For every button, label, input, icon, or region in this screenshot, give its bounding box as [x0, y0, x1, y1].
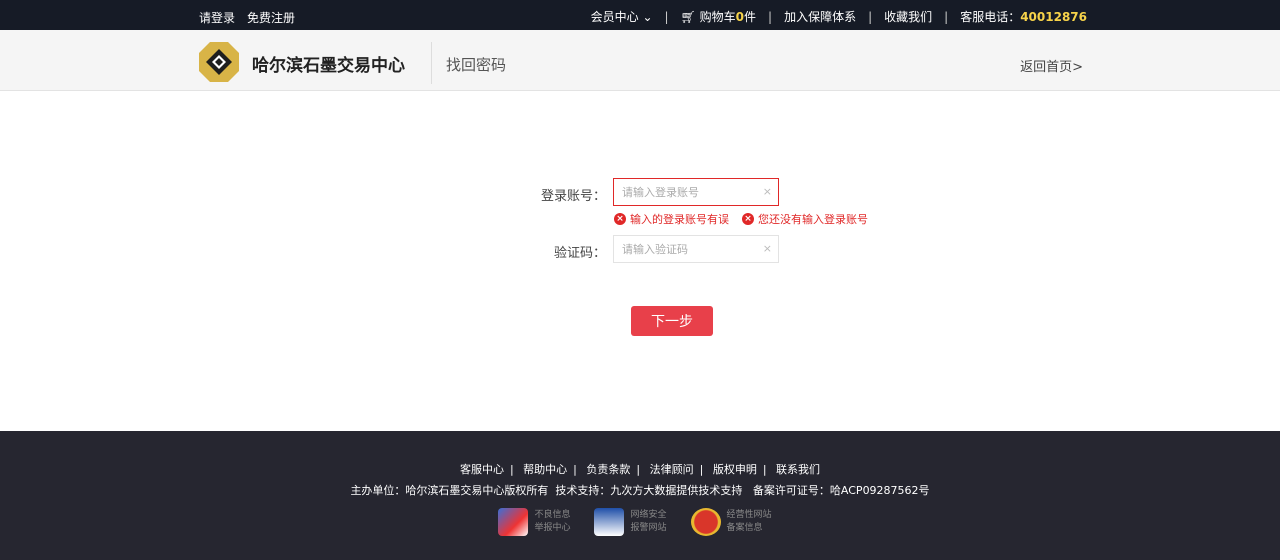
back-home-link[interactable]: 返回首页> [1020, 56, 1083, 75]
error-icon: × [614, 213, 626, 225]
badge-text: 网络安全 [630, 510, 667, 520]
badge-text: 报警网站 [630, 523, 667, 533]
favorite-link[interactable]: 收藏我们 [884, 8, 932, 25]
brand-name: 哈尔滨石墨交易中心 [252, 56, 405, 76]
divider [431, 42, 432, 84]
footer-link[interactable]: 法律顾问 [650, 463, 694, 476]
badge-text: 经营性网站 [726, 510, 772, 520]
code-input[interactable] [614, 236, 754, 262]
police-badge[interactable]: 网络安全 报警网站 [594, 508, 667, 536]
report-icon [498, 508, 529, 536]
badge-text: 不良信息 [534, 510, 571, 520]
cart-label: 购物车 [699, 10, 736, 24]
error-text: 您还没有输入登录账号 [758, 213, 868, 226]
cart-link[interactable]: 🛒︎ 购物车0件 [681, 8, 756, 25]
divider: | [768, 9, 773, 24]
business-badge[interactable]: 经营性网站 备案信息 [690, 508, 772, 536]
account-label: 登录账号： [540, 189, 606, 204]
code-label: 验证码： [553, 246, 606, 261]
footer-link[interactable]: 联系我们 [776, 463, 820, 476]
login-link[interactable]: 请登录 [199, 9, 235, 26]
error-message: × 您还没有输入登录账号 [742, 211, 868, 227]
chevron-down-icon: ⌄ [642, 10, 653, 24]
clear-icon[interactable]: × [763, 242, 772, 255]
badge-text: 举报中心 [534, 523, 571, 533]
footer-link[interactable]: 负责条款 [586, 463, 630, 476]
clear-icon[interactable]: × [763, 185, 772, 198]
footer-links: 客服中心 | 帮助中心 | 负责条款 | 法律顾问 | 版权申明 | 联系我们 [459, 463, 821, 476]
header [0, 30, 1280, 91]
register-link[interactable]: 免费注册 [247, 9, 295, 26]
join-link[interactable]: 加入保障体系 [784, 8, 856, 25]
footer: 客服中心 | 帮助中心 | 负责条款 | 法律顾问 | 版权申明 | 联系我们 主办单位：… [0, 431, 1280, 560]
cart-suffix: 件 [744, 10, 757, 24]
divider: | [868, 9, 873, 24]
top-bar: 请登录 免费注册 会员中心 ⌄ | 🛒︎ 购物车0件 | 加入保障体系 | 收藏… [0, 0, 1280, 30]
page-title: 找回密码 [446, 56, 507, 74]
account-input[interactable] [614, 179, 754, 205]
divider: | [944, 9, 949, 24]
phone-label: 客服电话： [960, 10, 1021, 24]
next-button[interactable]: 下一步 [631, 306, 713, 336]
code-field[interactable]: × [613, 235, 779, 263]
footer-link[interactable]: 帮助中心 [523, 463, 567, 476]
account-field[interactable]: × [613, 178, 779, 206]
report-center-badge[interactable]: 不良信息 举报中心 [498, 508, 570, 536]
member-center-menu[interactable]: 会员中心 ⌄ [591, 8, 653, 25]
phone-number: 40012876 [1020, 9, 1087, 24]
error-message: × 输入的登录账号有误 [614, 211, 729, 227]
logo-icon[interactable] [198, 41, 240, 83]
police-icon [594, 508, 625, 536]
emblem-icon [690, 508, 721, 536]
footer-info: 主办单位：哈尔滨石墨交易中心版权所有 技术支持：九次方大数据提供技术支持 备案许… [350, 484, 930, 497]
divider: | [664, 9, 669, 24]
cart-icon: 🛒︎ [680, 10, 696, 24]
member-label: 会员中心 [590, 10, 639, 24]
cart-count: 0 [735, 10, 744, 24]
error-icon: × [742, 213, 754, 225]
footer-link[interactable]: 版权申明 [713, 463, 757, 476]
footer-link[interactable]: 客服中心 [460, 463, 504, 476]
badge-text: 备案信息 [726, 523, 763, 533]
error-text: 输入的登录账号有误 [630, 213, 729, 226]
